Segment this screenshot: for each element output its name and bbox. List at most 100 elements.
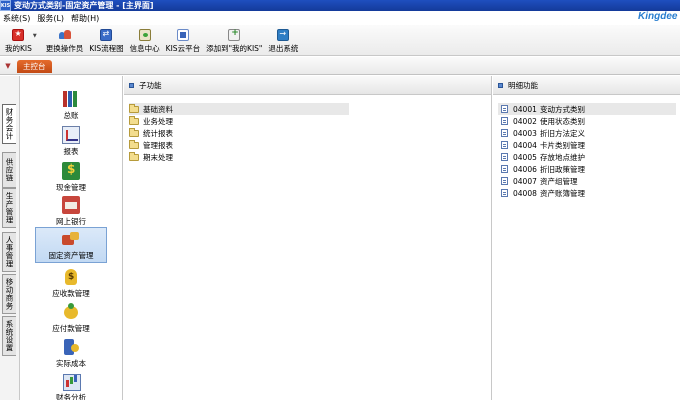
document-icon — [501, 129, 508, 137]
folder-period-end[interactable]: 期末处理 — [129, 151, 349, 163]
func-name: 卡片类别管理 — [540, 140, 585, 150]
func-04008[interactable]: 04008 资产账簿管理 — [498, 187, 676, 199]
module-actual-cost[interactable]: 实际成本 — [35, 336, 107, 369]
func-04002[interactable]: 04002 使用状态类别 — [498, 115, 676, 127]
info-center-button[interactable]: 信息中心 — [127, 25, 163, 55]
detail-function-header: 明细功能 — [493, 76, 680, 95]
star-icon — [12, 29, 25, 41]
func-04006[interactable]: 04006 折旧政策管理 — [498, 163, 676, 175]
module-financial-analysis[interactable]: 财务分析 — [35, 370, 107, 400]
module-online-banking[interactable]: 网上银行 — [35, 194, 107, 227]
payable-icon — [62, 303, 80, 321]
module-accounts-receivable[interactable]: 应收款管理 — [35, 266, 107, 299]
func-code: 04007 — [513, 176, 537, 186]
title-bar: KIS 变动方式类别-固定资产管理 - [主界面] — [0, 0, 680, 11]
vtab-mobile-commerce[interactable]: 移动商务 — [2, 274, 16, 314]
folder-icon — [129, 103, 139, 113]
app-logo: KIS — [0, 0, 11, 11]
bank-icon — [62, 196, 80, 214]
module-cash-management[interactable]: 现金管理 — [35, 160, 107, 193]
folder-label: 基础资料 — [143, 104, 173, 114]
nav-strip: ▼ 主控台 — [0, 57, 680, 75]
func-code: 04004 — [513, 140, 537, 150]
folder-statistical-reports[interactable]: 统计报表 — [129, 127, 349, 139]
my-kis-button[interactable]: 我的KIS — [2, 25, 35, 55]
asset-icon — [62, 230, 80, 248]
exit-system-button[interactable]: 退出系统 — [265, 25, 301, 55]
header-square-icon — [129, 82, 134, 88]
my-kis-label: 我的KIS — [5, 44, 32, 53]
vtab-hr[interactable]: 人事管理 — [2, 232, 16, 272]
func-04001[interactable]: 04001 变动方式类别 — [498, 103, 676, 115]
func-code: 04008 — [513, 188, 537, 198]
chevron-down-icon[interactable]: ▼ — [33, 33, 37, 39]
module-accounts-payable[interactable]: 应付款管理 — [35, 301, 107, 334]
tab-main-console[interactable]: 主控台 — [17, 60, 52, 73]
add-to-my-kis-button[interactable]: 添加到"我的KIS" — [203, 25, 265, 55]
module-reports[interactable]: 报表 — [35, 124, 107, 157]
module-label: 应收款管理 — [52, 289, 90, 298]
cost-icon — [62, 338, 80, 356]
module-general-ledger[interactable]: 总账 — [35, 88, 107, 121]
folder-label: 统计报表 — [143, 128, 173, 138]
info-icon — [138, 29, 151, 41]
detail-function-pane: 明细功能 04001 变动方式类别 04002 使用状态类别 04003 折旧方… — [493, 76, 680, 400]
change-operator-button[interactable]: 更换操作员 — [43, 25, 87, 55]
analysis-icon — [62, 372, 81, 391]
folder-icon — [129, 127, 139, 137]
module-list: 总账 报表 现金管理 网上银行 固定资产管理 应收款管理 应付款管理 实际成本 — [19, 76, 123, 400]
document-icon — [501, 117, 508, 125]
func-code: 04003 — [513, 128, 537, 138]
info-center-label: 信息中心 — [129, 44, 160, 53]
func-code: 04001 — [513, 104, 537, 114]
func-name: 变动方式类别 — [540, 104, 585, 114]
func-code: 04005 — [513, 152, 537, 162]
document-icon — [501, 141, 508, 149]
cash-icon — [62, 162, 80, 180]
func-code: 04006 — [513, 164, 537, 174]
folder-icon — [129, 151, 139, 161]
module-label: 实际成本 — [56, 359, 86, 368]
folder-label: 管理报表 — [143, 140, 173, 150]
func-04005[interactable]: 04005 存放地点维护 — [498, 151, 676, 163]
module-label: 总账 — [63, 111, 79, 120]
vtab-system-settings[interactable]: 系统设置 — [2, 316, 16, 356]
collapse-icon[interactable]: ▼ — [3, 61, 13, 71]
document-icon — [501, 105, 508, 113]
menu-help[interactable]: 帮助(H) — [68, 13, 103, 24]
menu-service[interactable]: 服务(L) — [34, 13, 68, 24]
module-label: 报表 — [63, 147, 79, 156]
menu-system[interactable]: 系统(S) — [0, 13, 34, 24]
func-name: 存放地点维护 — [540, 152, 585, 162]
func-04007[interactable]: 04007 资产组管理 — [498, 175, 676, 187]
flow-icon — [100, 29, 113, 41]
cloud-icon — [176, 29, 189, 41]
func-04003[interactable]: 04003 折旧方法定义 — [498, 127, 676, 139]
module-fixed-assets[interactable]: 固定资产管理 — [35, 227, 107, 263]
func-name: 资产账簿管理 — [540, 188, 585, 198]
sub-function-header: 子功能 — [124, 76, 491, 95]
func-code: 04002 — [513, 116, 537, 126]
document-icon — [501, 165, 508, 173]
folder-label: 业务处理 — [143, 116, 173, 126]
kis-cloud-button[interactable]: KIS云平台 — [163, 25, 203, 55]
folder-business-processing[interactable]: 业务处理 — [129, 115, 349, 127]
module-label: 应付款管理 — [52, 324, 90, 333]
func-04004[interactable]: 04004 卡片类别管理 — [498, 139, 676, 151]
users-icon — [58, 29, 71, 41]
report-icon — [62, 126, 80, 144]
sub-function-title: 子功能 — [139, 80, 162, 90]
func-name: 折旧政策管理 — [540, 164, 585, 174]
change-operator-label: 更换操作员 — [45, 44, 84, 53]
vtab-production[interactable]: 生产管理 — [2, 188, 16, 228]
folder-basic-data[interactable]: 基础资料 — [129, 103, 349, 115]
toolbar: 我的KIS ▼ 更换操作员 KIS流程图 信息中心 KIS云平台 添加到"我的K… — [0, 25, 680, 56]
vtab-supply-chain[interactable]: 供应链 — [2, 152, 16, 188]
add-icon — [228, 28, 241, 41]
kis-flowchart-button[interactable]: KIS流程图 — [86, 25, 126, 55]
left-pane: 财务会计 供应链 生产管理 人事管理 移动商务 系统设置 总账 报表 现金管理 … — [0, 76, 123, 400]
folder-management-reports[interactable]: 管理报表 — [129, 139, 349, 151]
vtab-financial-accounting[interactable]: 财务会计 — [2, 104, 16, 144]
module-label: 固定资产管理 — [48, 251, 94, 260]
document-icon — [501, 177, 508, 185]
